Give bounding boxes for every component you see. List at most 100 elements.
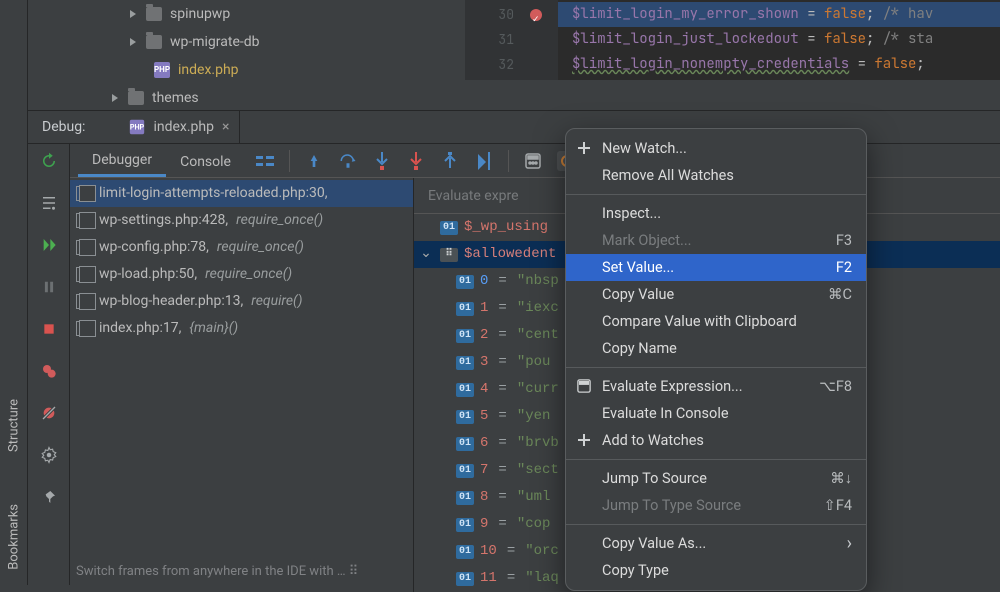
context-menu[interactable]: New Watch... Remove All Watches Inspect.… bbox=[565, 128, 867, 591]
frame-row[interactable]: wp-config.php:78, require_once() bbox=[70, 234, 413, 261]
menu-item[interactable]: Evaluate Expression...⌥F8 bbox=[566, 373, 866, 400]
variable-index: 2 bbox=[480, 322, 488, 349]
show-execution-point-button[interactable] bbox=[304, 151, 324, 171]
rerun-button[interactable] bbox=[38, 150, 60, 172]
evaluate-placeholder: Evaluate expre bbox=[428, 188, 519, 204]
menu-item[interactable]: New Watch... bbox=[566, 135, 866, 162]
menu-item[interactable]: Copy Type bbox=[566, 557, 866, 584]
project-tree[interactable]: spinupwp wp-migrate-db PHP index.php the… bbox=[110, 0, 440, 110]
separator bbox=[508, 150, 509, 172]
chevron-down-icon[interactable]: ⌄ bbox=[420, 241, 432, 268]
sidetab-label: Structure bbox=[7, 399, 22, 452]
frame-icon bbox=[76, 321, 91, 336]
shortcut-label: ⌥F8 bbox=[819, 378, 852, 395]
tree-row[interactable]: spinupwp bbox=[110, 0, 440, 28]
equals: = bbox=[498, 484, 506, 511]
variable-index: 5 bbox=[480, 403, 488, 430]
menu-separator bbox=[566, 194, 866, 195]
variable-index: 1 bbox=[480, 295, 488, 322]
step-into-button[interactable] bbox=[372, 151, 392, 171]
frame-icon bbox=[76, 240, 91, 255]
resume-button[interactable] bbox=[38, 234, 60, 256]
variable-index: 6 bbox=[480, 430, 488, 457]
folder-icon bbox=[128, 91, 144, 105]
menu-item[interactable]: Inspect... bbox=[566, 200, 866, 227]
menu-item: Mark Object...F3 bbox=[566, 227, 866, 254]
code-editor[interactable]: 30 31 32 $limit_login_my_error_shown = f… bbox=[465, 0, 1000, 80]
menu-item[interactable]: Evaluate In Console bbox=[566, 400, 866, 427]
settings-button[interactable] bbox=[38, 192, 60, 214]
tree-row[interactable]: PHP index.php bbox=[110, 56, 440, 84]
plus-icon bbox=[577, 141, 593, 157]
close-icon[interactable]: × bbox=[222, 119, 229, 135]
menu-item[interactable]: Copy Value⌘C bbox=[566, 281, 866, 308]
evaluate-expression-button[interactable] bbox=[523, 151, 543, 171]
code-area[interactable]: $limit_login_my_error_shown = false; /* … bbox=[558, 0, 1000, 80]
type-badge-ichigh: 01 bbox=[456, 329, 474, 343]
variable-index: 0 bbox=[480, 268, 488, 295]
menu-item-label: Compare Value with Clipboard bbox=[602, 313, 797, 330]
shortcut-label: ⇧F4 bbox=[824, 497, 852, 514]
step-over-button[interactable] bbox=[338, 151, 358, 171]
sidetab-bookmarks[interactable]: Bookmarks bbox=[0, 500, 28, 574]
tab-console[interactable]: Console bbox=[166, 146, 245, 176]
frame-row[interactable]: wp-load.php:50, require_once() bbox=[70, 261, 413, 288]
frame-row[interactable]: index.php:17, {main}() bbox=[70, 315, 413, 342]
frame-icon bbox=[76, 186, 91, 201]
variable-value: "yen bbox=[517, 403, 551, 430]
chevron-right-icon[interactable] bbox=[128, 9, 138, 19]
mute-breakpoints-button[interactable] bbox=[38, 402, 60, 424]
pin-button[interactable] bbox=[38, 486, 60, 508]
menu-item-label: Copy Type bbox=[602, 562, 669, 579]
tree-row[interactable]: wp-migrate-db bbox=[110, 28, 440, 56]
frames-panel[interactable]: limit-login-attempts-reloaded.php:30, wp… bbox=[70, 178, 414, 592]
run-to-cursor-button[interactable] bbox=[474, 151, 494, 171]
code-line[interactable]: $limit_login_nonempty_credentials = fals… bbox=[558, 52, 1000, 77]
type-badge-ichigh: 01 bbox=[456, 383, 474, 397]
chevron-right-icon[interactable] bbox=[110, 93, 120, 103]
step-out-button[interactable] bbox=[440, 151, 460, 171]
chevron-right-icon[interactable] bbox=[128, 37, 138, 47]
breakpoint-icon[interactable] bbox=[530, 9, 542, 21]
force-step-into-button[interactable] bbox=[406, 151, 426, 171]
menu-item[interactable]: Compare Value with Clipboard bbox=[566, 308, 866, 335]
frame-function: require() bbox=[251, 288, 302, 315]
menu-item[interactable]: Copy Name bbox=[566, 335, 866, 362]
threads-icon[interactable] bbox=[255, 151, 275, 171]
debug-config-tab[interactable]: PHP index.php × bbox=[119, 110, 240, 144]
menu-item[interactable]: Set Value... F2 bbox=[566, 254, 866, 281]
menu-item[interactable]: Jump To Source⌘↓ bbox=[566, 465, 866, 492]
debugger-settings-button[interactable] bbox=[38, 444, 60, 466]
frame-function: require_once() bbox=[205, 261, 292, 288]
line-number: 30 bbox=[498, 6, 514, 23]
debug-tab-label: index.php bbox=[153, 119, 214, 135]
tree-label: spinupwp bbox=[170, 0, 230, 28]
equals: = bbox=[498, 349, 506, 376]
frame-row[interactable]: limit-login-attempts-reloaded.php:30, bbox=[70, 180, 413, 207]
debug-left-toolbar bbox=[28, 144, 70, 585]
menu-item[interactable]: Copy Value As... bbox=[566, 530, 866, 557]
stop-button[interactable] bbox=[38, 318, 60, 340]
type-badge-ichigh: 01 bbox=[456, 275, 474, 289]
tree-row[interactable]: themes bbox=[110, 84, 440, 112]
code-line[interactable]: $limit_login_just_lockedout = false; /* … bbox=[558, 27, 1000, 52]
type-badge-icon: 01 bbox=[440, 221, 458, 235]
equals: = bbox=[498, 511, 506, 538]
equals: = bbox=[498, 430, 506, 457]
sidetab-structure[interactable]: Structure bbox=[0, 395, 28, 456]
menu-item: Jump To Type Source⇧F4 bbox=[566, 492, 866, 519]
pause-button[interactable] bbox=[38, 276, 60, 298]
frame-row[interactable]: wp-settings.php:428, require_once() bbox=[70, 207, 413, 234]
shortcut-label: F2 bbox=[836, 259, 852, 276]
menu-separator bbox=[566, 367, 866, 368]
menu-item[interactable]: Add to Watches bbox=[566, 427, 866, 454]
menu-item-label: Copy Name bbox=[602, 340, 677, 357]
separator bbox=[289, 150, 290, 172]
tab-debugger[interactable]: Debugger bbox=[78, 144, 166, 177]
frame-row[interactable]: wp-blog-header.php:13, require() bbox=[70, 288, 413, 315]
code-line[interactable]: $limit_login_my_error_shown = false; /* … bbox=[558, 2, 1000, 27]
view-breakpoints-button[interactable] bbox=[38, 360, 60, 382]
menu-item-label: Set Value... bbox=[602, 259, 674, 276]
variable-value: "sect bbox=[517, 457, 559, 484]
menu-item[interactable]: Remove All Watches bbox=[566, 162, 866, 189]
